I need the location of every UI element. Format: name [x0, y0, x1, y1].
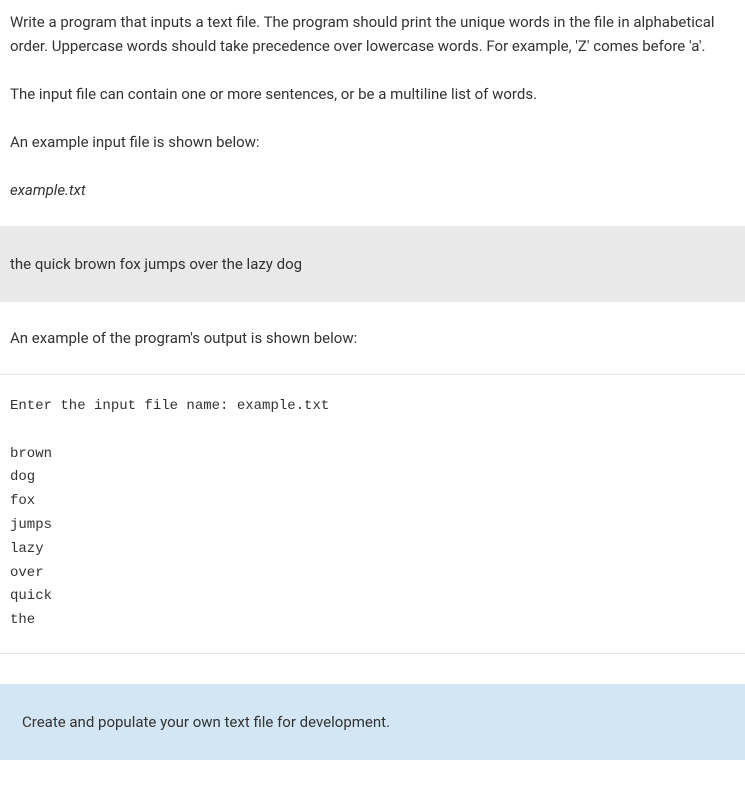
example-input-block: the quick brown fox jumps over the lazy …: [0, 226, 745, 302]
intro-paragraph: Write a program that inputs a text file.…: [10, 10, 735, 58]
example-filename: example.txt: [10, 178, 735, 202]
example-input-label: An example input file is shown below:: [10, 130, 735, 154]
document-body: Write a program that inputs a text file.…: [0, 0, 745, 654]
example-output-block: Enter the input file name: example.txt b…: [0, 374, 745, 654]
input-description: The input file can contain one or more s…: [10, 82, 735, 106]
example-output-label: An example of the program's output is sh…: [10, 326, 735, 350]
note-block: Create and populate your own text file f…: [0, 684, 745, 760]
